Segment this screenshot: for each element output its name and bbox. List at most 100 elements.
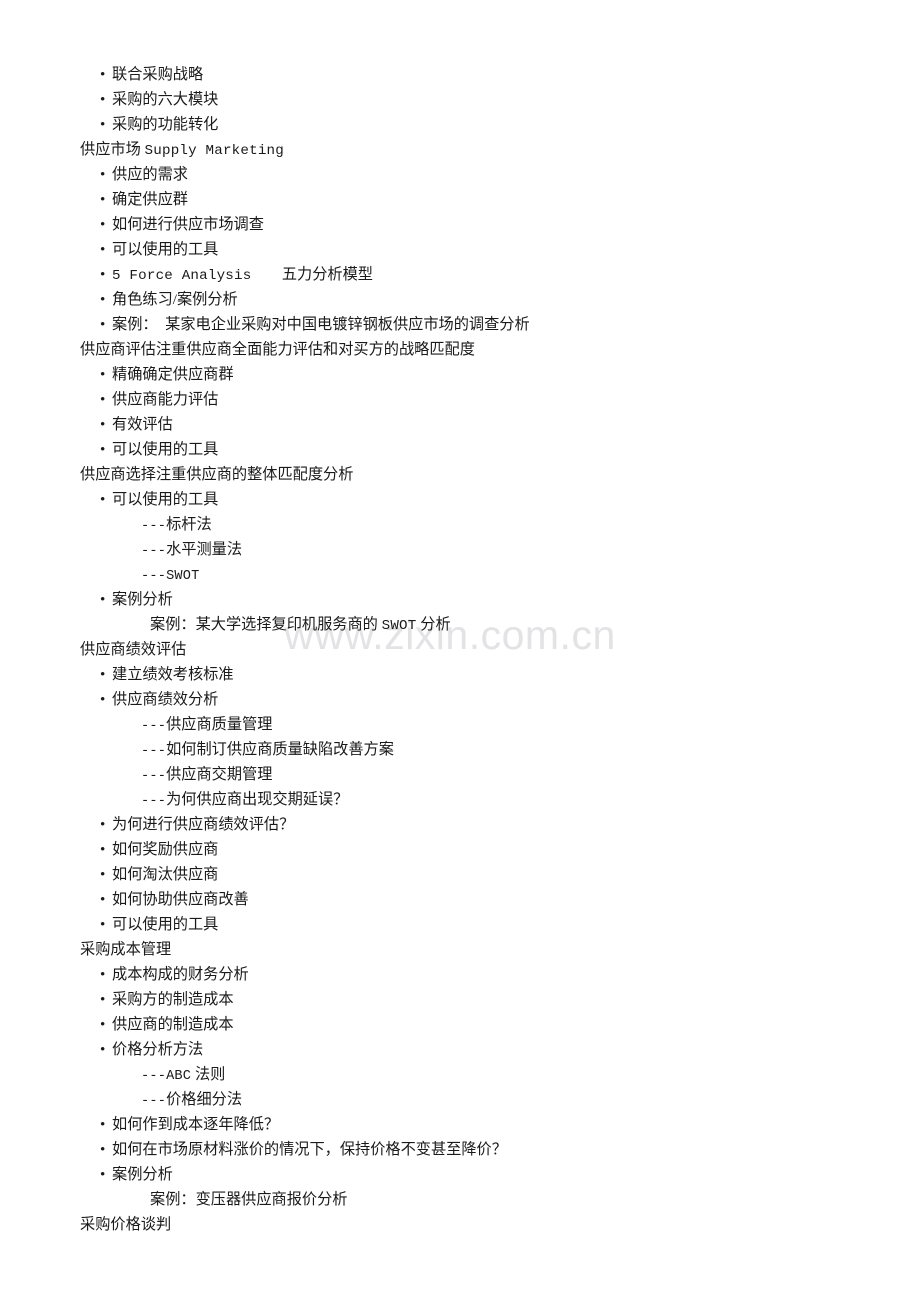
bullet-marker: • <box>100 1041 106 1058</box>
line-text-tail: 价格细分法 <box>166 1091 243 1108</box>
line-text: 如何协助供应商改善 <box>112 891 249 908</box>
outline-bullet-item: • 有效评估 <box>0 412 920 437</box>
bullet-marker: • <box>100 316 106 333</box>
line-text: 供应市场 <box>80 141 145 158</box>
line-text: 案例分析 <box>112 591 173 608</box>
bullet-marker: • <box>100 841 106 858</box>
outline-bullet-item: • 建立绩效考核标准 <box>0 662 920 687</box>
bullet-marker: • <box>100 91 106 108</box>
bullet-marker: • <box>100 1016 106 1033</box>
outline-bullet-item: • 采购的六大模块 <box>0 87 920 112</box>
line-text: 案例：某大学选择复印机服务商的 <box>150 616 382 633</box>
line-text: 有效评估 <box>112 416 173 433</box>
outline-subitem: ---供应商交期管理 <box>0 762 920 787</box>
line-text: 价格分析方法 <box>112 1041 204 1058</box>
bullet-marker: • <box>100 216 106 233</box>
line-text: 成本构成的财务分析 <box>112 966 249 983</box>
line-latin-run: SWOT <box>381 618 417 634</box>
document-text-body: • 联合采购战略 • 采购的六大模块 • 采购的功能转化 供应市场 Supply Marke… <box>0 0 920 1237</box>
outline-bullet-item: • 案例分析 <box>0 587 920 612</box>
outline-bullet-item: • 成本构成的财务分析 <box>0 962 920 987</box>
line-text: 案例分析 <box>112 1166 173 1183</box>
line-text: 建立绩效考核标准 <box>112 666 234 683</box>
bullet-marker: • <box>100 116 106 133</box>
bullet-marker: • <box>100 366 106 383</box>
line-text: 供应的需求 <box>112 166 188 183</box>
line-text: 供应商评估注重供应商全面能力评估和对买方的战略匹配度 <box>80 341 475 358</box>
outline-heading: 采购成本管理 <box>0 937 920 962</box>
line-text: 联合采购战略 <box>112 66 204 83</box>
outline-heading: 供应市场 Supply Marketing <box>0 137 920 162</box>
bullet-marker: • <box>100 691 106 708</box>
bullet-marker: • <box>100 1141 106 1158</box>
line-text: 案例： 某家电企业采购对中国电镀锌钢板供应市场的调查分析 <box>112 316 530 333</box>
line-text: 如何奖励供应商 <box>112 841 219 858</box>
bullet-marker: • <box>100 866 106 883</box>
line-text-tail: 法则 <box>191 1066 226 1083</box>
outline-bullet-item: • 供应商能力评估 <box>0 387 920 412</box>
line-latin-run: --- <box>141 769 167 784</box>
outline-subitem: ---如何制订供应商质量缺陷改善方案 <box>0 737 920 762</box>
bullet-marker: • <box>100 1166 106 1183</box>
line-text: 供应商绩效评估 <box>80 641 187 658</box>
line-text: 采购价格谈判 <box>80 1216 172 1233</box>
outline-bullet-item: • 如何进行供应市场调查 <box>0 212 920 237</box>
bullet-marker: • <box>100 1116 106 1133</box>
outline-bullet-item: • 可以使用的工具 <box>0 912 920 937</box>
line-text: 供应商选择注重供应商的整体匹配度分析 <box>80 466 354 483</box>
line-text: 如何进行供应市场调查 <box>112 216 264 233</box>
outline-heading: 供应商选择注重供应商的整体匹配度分析 <box>0 462 920 487</box>
bullet-marker: • <box>100 241 106 258</box>
line-text-tail: 标杆法 <box>166 516 212 533</box>
line-text-tail: 水平测量法 <box>166 541 243 558</box>
line-text: 采购的功能转化 <box>112 116 219 133</box>
line-text: 案例：变压器供应商报价分析 <box>150 1191 348 1208</box>
outline-bullet-item: • 5 Force Analysis 五力分析模型 <box>0 262 920 287</box>
line-text-tail: 分析 <box>416 616 451 633</box>
outline-heading: 供应商评估注重供应商全面能力评估和对买方的战略匹配度 <box>0 337 920 362</box>
bullet-marker: • <box>100 816 106 833</box>
line-text: 采购成本管理 <box>80 941 172 958</box>
line-text: 可以使用的工具 <box>112 916 219 933</box>
line-latin-run: --- <box>141 544 167 559</box>
outline-subitem: ---SWOT <box>0 562 920 587</box>
outline-bullet-item: • 如何淘汰供应商 <box>0 862 920 887</box>
bullet-marker: • <box>100 266 106 283</box>
outline-bullet-item: • 价格分析方法 <box>0 1037 920 1062</box>
outline-bullet-item: • 角色练习/案例分析 <box>0 287 920 312</box>
line-text-tail: 五力分析模型 <box>251 266 373 283</box>
outline-subitem: ---ABC 法则 <box>0 1062 920 1087</box>
outline-heading: 采购价格谈判 <box>0 1212 920 1237</box>
outline-bullet-item: • 可以使用的工具 <box>0 487 920 512</box>
outline-bullet-item: • 如何奖励供应商 <box>0 837 920 862</box>
outline-bullet-item: • 供应商的制造成本 <box>0 1012 920 1037</box>
line-text: 精确确定供应商群 <box>112 366 234 383</box>
bullet-marker: • <box>100 591 106 608</box>
line-text: 可以使用的工具 <box>112 491 219 508</box>
line-text-tail: 供应商质量管理 <box>166 716 273 733</box>
line-latin-run: ---ABC <box>141 1069 192 1084</box>
line-text: 供应商绩效分析 <box>112 691 219 708</box>
outline-subitem: ---标杆法 <box>0 512 920 537</box>
outline-bullet-item: • 如何在市场原材料涨价的情况下，保持价格不变甚至降价？ <box>0 1137 920 1162</box>
outline-bullet-item: • 如何作到成本逐年降低？ <box>0 1112 920 1137</box>
outline-subitem: ---价格细分法 <box>0 1087 920 1112</box>
outline-bullet-item: • 可以使用的工具 <box>0 437 920 462</box>
line-latin-run: ---SWOT <box>141 569 200 584</box>
outline-subitem: ---为何供应商出现交期延误？ <box>0 787 920 812</box>
line-latin-run: --- <box>141 1094 167 1109</box>
outline-subitem: ---水平测量法 <box>0 537 920 562</box>
line-latin-run: --- <box>141 744 167 759</box>
line-latin-run: --- <box>141 794 167 809</box>
line-text: 角色练习/案例分析 <box>112 291 238 308</box>
bullet-marker: • <box>100 66 106 83</box>
line-latin-run: --- <box>141 519 167 534</box>
line-text: 如何作到成本逐年降低？ <box>112 1116 280 1133</box>
line-text-tail: 供应商交期管理 <box>166 766 273 783</box>
line-text: 如何淘汰供应商 <box>112 866 219 883</box>
bullet-marker: • <box>100 966 106 983</box>
line-text-tail: 如何制订供应商质量缺陷改善方案 <box>166 741 394 758</box>
line-latin-run: Supply Marketing <box>144 143 284 159</box>
outline-bullet-item: • 为何进行供应商绩效评估？ <box>0 812 920 837</box>
bullet-marker: • <box>100 891 106 908</box>
